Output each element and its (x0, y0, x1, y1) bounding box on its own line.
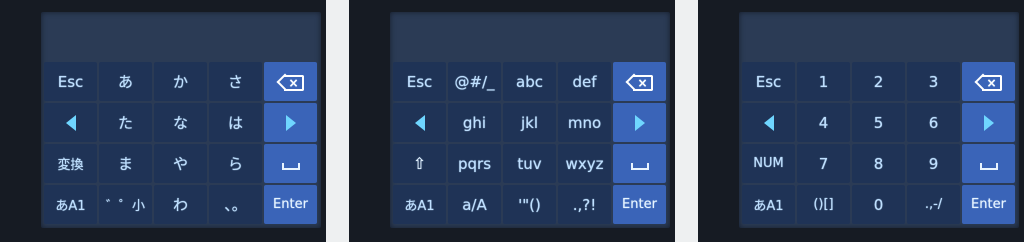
left-arrow-icon (763, 114, 774, 131)
wa-key[interactable]: わ (154, 185, 207, 224)
sa-key[interactable]: さ (209, 62, 262, 101)
ra-key[interactable]: ら (209, 144, 262, 183)
mode-key[interactable]: あA1 (742, 185, 795, 224)
right-arrow-icon (285, 114, 296, 131)
mode-key[interactable]: あA1 (44, 185, 97, 224)
backspace-key[interactable]: × (962, 62, 1015, 101)
digit-7-key[interactable]: 7 (797, 144, 850, 183)
left-key[interactable] (742, 103, 795, 142)
space-icon (979, 163, 998, 170)
esc-key[interactable]: Esc (44, 62, 97, 101)
backspace-key[interactable]: × (264, 62, 317, 101)
space-key[interactable] (264, 144, 317, 183)
jkl-key[interactable]: jkl (503, 103, 556, 142)
left-arrow-icon (65, 114, 76, 131)
left-key[interactable] (393, 103, 446, 142)
ka-key[interactable]: か (154, 62, 207, 101)
def-key[interactable]: def (558, 62, 611, 101)
symbols-key[interactable]: @#/_ (448, 62, 501, 101)
enter-key[interactable]: Enter (962, 185, 1015, 224)
ta-key[interactable]: た (99, 103, 152, 142)
left-arrow-icon (414, 114, 425, 131)
digit-4-key[interactable]: 4 (797, 103, 850, 142)
punctuation-key[interactable]: 、。 (209, 185, 262, 224)
quotes-key[interactable]: '"() (503, 185, 556, 224)
keyboard-panel-alpha: Esc @#/_ abc def × ghi jkl mno ⇧ pqrs tu… (349, 0, 675, 242)
space-icon (630, 163, 649, 170)
enter-key[interactable]: Enter (264, 185, 317, 224)
brackets-key[interactable]: ()[] (797, 185, 850, 224)
display-screen: Esc @#/_ abc def × ghi jkl mno ⇧ pqrs tu… (390, 12, 670, 228)
wxyz-key[interactable]: wxyz (558, 144, 611, 183)
ghi-key[interactable]: ghi (448, 103, 501, 142)
digit-8-key[interactable]: 8 (852, 144, 905, 183)
esc-key[interactable]: Esc (742, 62, 795, 101)
keyboard-panel-numeric: Esc 1 2 3 × 4 5 6 NUM 7 8 9 あA1 ()[] 0 .… (698, 0, 1024, 242)
enter-key[interactable]: Enter (613, 185, 666, 224)
space-key[interactable] (962, 144, 1015, 183)
digit-0-key[interactable]: 0 (852, 185, 905, 224)
a-key[interactable]: あ (99, 62, 152, 101)
dakuten-key[interactable]: ゛゜小 (99, 185, 152, 224)
display-screen: Esc あ か さ × た な は 変換 ま や ら あA1 ゛゜小 わ 、。 … (41, 12, 321, 228)
shift-key[interactable]: ⇧ (393, 144, 446, 183)
right-arrow-icon (634, 114, 645, 131)
ha-key[interactable]: は (209, 103, 262, 142)
space-key[interactable] (613, 144, 666, 183)
backspace-icon: × (625, 73, 653, 91)
ya-key[interactable]: や (154, 144, 207, 183)
digit-3-key[interactable]: 3 (907, 62, 960, 101)
num-key[interactable]: NUM (742, 144, 795, 183)
left-key[interactable] (44, 103, 97, 142)
digit-6-key[interactable]: 6 (907, 103, 960, 142)
right-key[interactable] (264, 103, 317, 142)
case-key[interactable]: a/A (448, 185, 501, 224)
right-key[interactable] (613, 103, 666, 142)
abc-key[interactable]: abc (503, 62, 556, 101)
key-grid: Esc 1 2 3 × 4 5 6 NUM 7 8 9 あA1 ()[] 0 .… (742, 62, 1016, 224)
digit-5-key[interactable]: 5 (852, 103, 905, 142)
convert-key[interactable]: 変換 (44, 144, 97, 183)
shift-icon: ⇧ (412, 154, 427, 173)
keyboard-panel-kana: Esc あ か さ × た な は 変換 ま や ら あA1 ゛゜小 わ 、。 … (0, 0, 326, 242)
digit-2-key[interactable]: 2 (852, 62, 905, 101)
backspace-icon: × (276, 73, 304, 91)
esc-key[interactable]: Esc (393, 62, 446, 101)
digit-1-key[interactable]: 1 (797, 62, 850, 101)
tuv-key[interactable]: tuv (503, 144, 556, 183)
na-key[interactable]: な (154, 103, 207, 142)
space-icon (281, 163, 300, 170)
punctuation-key[interactable]: .,?! (558, 185, 611, 224)
digit-9-key[interactable]: 9 (907, 144, 960, 183)
backspace-icon: × (974, 73, 1002, 91)
mode-key[interactable]: あA1 (393, 185, 446, 224)
key-grid: Esc あ か さ × た な は 変換 ま や ら あA1 ゛゜小 わ 、。 … (44, 62, 318, 224)
key-grid: Esc @#/_ abc def × ghi jkl mno ⇧ pqrs tu… (393, 62, 667, 224)
ma-key[interactable]: ま (99, 144, 152, 183)
display-screen: Esc 1 2 3 × 4 5 6 NUM 7 8 9 あA1 ()[] 0 .… (739, 12, 1019, 228)
right-arrow-icon (983, 114, 994, 131)
backspace-key[interactable]: × (613, 62, 666, 101)
pqrs-key[interactable]: pqrs (448, 144, 501, 183)
mno-key[interactable]: mno (558, 103, 611, 142)
right-key[interactable] (962, 103, 1015, 142)
punctuation-key[interactable]: .,-/ (907, 185, 960, 224)
